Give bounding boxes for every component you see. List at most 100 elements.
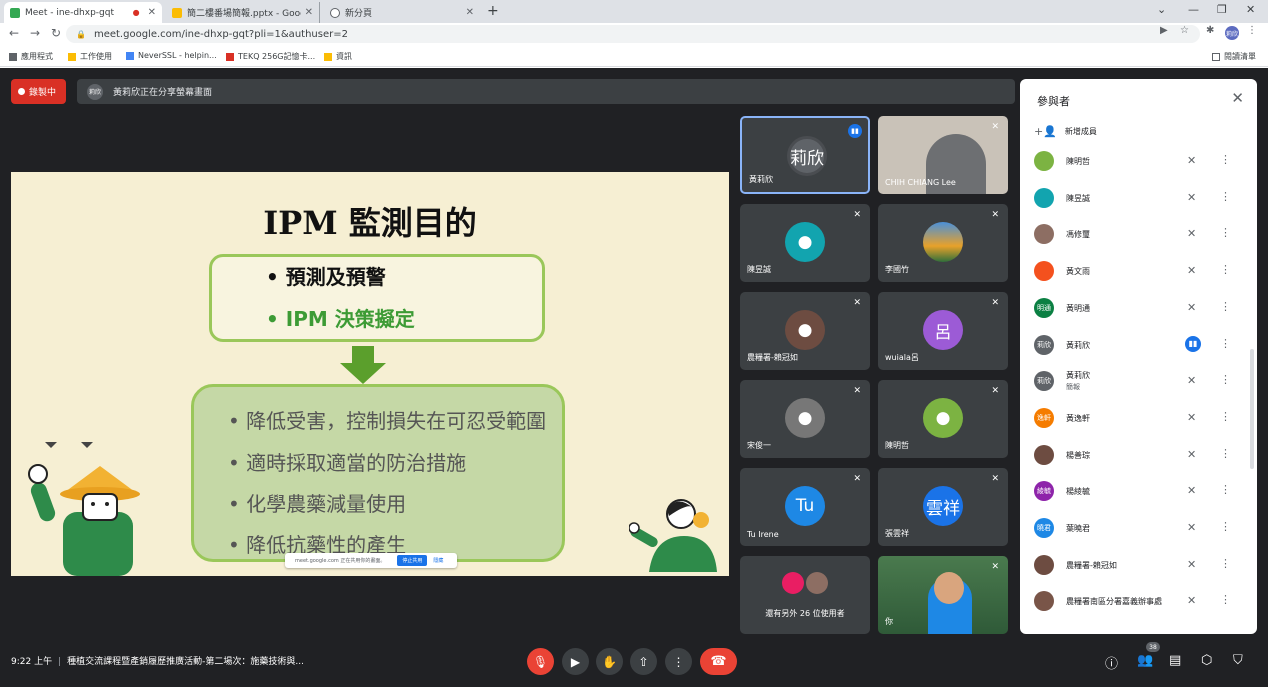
mic-off-icon[interactable]: ✕ [1187,558,1196,571]
participant-tile[interactable]: Tu ✕ Tu Irene [740,468,870,546]
more-vert-icon[interactable]: ⋮ [1220,263,1231,276]
present-button[interactable]: ⇧ [630,648,657,675]
camera-toggle-button[interactable]: ▶ [562,648,589,675]
mic-off-icon[interactable]: ✕ [1187,448,1196,461]
more-vert-icon[interactable]: ⋮ [1220,520,1231,533]
forward-icon[interactable]: → [30,26,40,40]
more-vert-icon[interactable]: ⋮ [1220,373,1231,386]
close-icon[interactable]: ✕ [305,7,313,18]
bookmark-neverssl[interactable]: NeverSSL - helpin... [126,51,217,60]
mic-off-icon[interactable]: ✕ [1187,411,1196,424]
participant-tile[interactable]: ● ✕ 宋俊一 [740,380,870,458]
mic-off-icon[interactable]: ✕ [1187,264,1196,277]
tab-slides[interactable]: 簡二樓番場簡報.pptx - Google S ✕ [166,2,320,23]
participant-tile[interactable]: ✕ 李國竹 [878,204,1008,282]
participant-row[interactable]: 綾毓 楊綾毓 ✕ ⋮ [1020,473,1257,509]
more-options-button[interactable]: ⋮ [665,648,692,675]
participant-name: Tu Irene [747,530,779,539]
participant-tile[interactable]: 雲祥 ✕ 張雲祥 [878,468,1008,546]
bookmark-apps[interactable]: 應用程式 [9,51,53,62]
reload-icon[interactable]: ↻ [51,26,61,40]
mic-off-icon[interactable]: ✕ [1187,484,1196,497]
participant-row[interactable]: 楊善琮 ✕ ⋮ [1020,437,1257,473]
maximize-icon[interactable]: ❐ [1217,3,1227,16]
participant-tile[interactable]: 呂 ✕ wuiala呂 [878,292,1008,370]
more-vert-icon[interactable]: ⋮ [1220,337,1231,350]
mic-off-icon[interactable]: ✕ [1187,227,1196,240]
participant-row[interactable]: 明通 黃明通 ✕ ⋮ [1020,290,1257,326]
chat-icon[interactable]: ▤ [1169,653,1181,668]
raise-hand-button[interactable]: ✋ [596,648,623,675]
participant-tile[interactable]: ● ✕ 農糧署-賴冠如 [740,292,870,370]
window-close-icon[interactable]: ✕ [1246,3,1255,16]
farmer-illustration [28,442,140,576]
more-vert-icon[interactable]: ⋮ [1220,593,1231,606]
mic-off-icon[interactable]: ✕ [1187,191,1196,204]
slide-bullet: • 化學農藥減量使用 [228,488,406,517]
back-icon[interactable]: ← [9,26,19,40]
participant-row[interactable]: 黃文雨 ✕ ⋮ [1020,253,1257,289]
camera-icon[interactable]: ▶ [1160,25,1168,36]
others-tile[interactable]: 還有另外 26 位使用者 [740,556,870,634]
tab-search-icon[interactable]: ⌄ [1157,3,1166,16]
bookmark-star-icon[interactable]: ☆ [1180,25,1189,36]
bookmark-folder[interactable]: 工作使用 [68,51,112,62]
self-tile[interactable]: ✕ 你 [878,556,1008,634]
new-tab-button[interactable]: + [487,3,499,19]
participant-row[interactable]: 莉欣 黃莉欣 ▮▮ ⋮ [1020,327,1257,363]
participant-avatar [806,572,828,594]
participant-row[interactable]: 馮修璽 ✕ ⋮ [1020,216,1257,252]
add-member-button[interactable]: +👤 新增成員 [1034,125,1097,138]
more-vert-icon[interactable]: ⋮ [1220,300,1231,313]
participant-tile[interactable]: ● ✕ 陳明哲 [878,380,1008,458]
reading-list[interactable]: 閱讀清單 [1212,51,1256,62]
hide-notice-button[interactable]: 隱藏 [433,557,443,564]
more-vert-icon[interactable]: ⋮ [1220,190,1231,203]
host-controls-icon[interactable]: ⛉ [1233,653,1243,668]
recording-badge[interactable]: 錄製中 [11,79,66,104]
leave-call-button[interactable]: ☎ [700,648,737,675]
close-panel-icon[interactable]: ✕ [1231,89,1244,107]
tab-newtab[interactable]: 新分頁 ✕ [324,2,480,23]
participant-tile[interactable]: ✕ CHIH CHIANG Lee [878,116,1008,194]
apps-grid-icon [9,52,17,61]
close-icon[interactable]: ✕ [466,7,474,18]
more-vert-icon[interactable]: ⋮ [1220,410,1231,423]
more-vert-icon[interactable]: ⋮ [1220,557,1231,570]
activities-icon[interactable]: ⬡ [1201,653,1212,668]
participant-tile[interactable]: ● ✕ 陳昱誠 [740,204,870,282]
speaking-icon[interactable]: ▮▮ [1185,335,1201,352]
info-icon[interactable]: ⓘ [1105,653,1118,672]
mic-off-icon[interactable]: ✕ [1187,521,1196,534]
tab-meet[interactable]: Meet - ine-dhxp-gqt ● ✕ [4,2,162,23]
more-vert-icon[interactable]: ⋮ [1220,483,1231,496]
more-vert-icon[interactable]: ⋮ [1220,226,1231,239]
participant-row[interactable]: 莉欣 黃莉欣 簡報 ✕ ⋮ [1020,363,1257,399]
more-vert-icon[interactable]: ⋮ [1220,447,1231,460]
participant-row[interactable]: 陳明哲 ✕ ⋮ [1020,143,1257,179]
bookmark-tekq[interactable]: TEKQ 256G記憶卡... [226,51,315,62]
extensions-icon[interactable]: ✱ [1206,25,1214,36]
participant-row[interactable]: 曉君 葉曉君 ✕ ⋮ [1020,510,1257,546]
add-person-icon: +👤 [1034,125,1057,138]
people-icon[interactable]: 👥 [1137,653,1153,668]
mic-off-icon[interactable]: ✕ [1187,301,1196,314]
close-icon[interactable]: ✕ [148,7,156,18]
participant-row[interactable]: 農糧署南區分署嘉義辦事處 ✕ ⋮ [1020,583,1257,619]
participant-tile[interactable]: 莉欣 ▮▮ 黃莉欣 [740,116,870,194]
menu-icon[interactable]: ⋮ [1247,25,1257,36]
minimize-icon[interactable]: — [1188,3,1199,16]
participant-row[interactable]: 逸軒 黃逸軒 ✕ ⋮ [1020,400,1257,436]
mic-off-icon[interactable]: ✕ [1187,154,1196,167]
mic-toggle-button[interactable]: 🎙 [527,648,554,675]
more-vert-icon[interactable]: ⋮ [1220,153,1231,166]
profile-avatar[interactable]: 莉欣 [1225,26,1239,40]
mic-off-icon[interactable]: ✕ [1187,374,1196,387]
panel-scrollbar[interactable] [1250,349,1254,469]
mic-off-icon[interactable]: ✕ [1187,594,1196,607]
stop-sharing-button[interactable]: 停止共用 [397,555,428,566]
participant-row[interactable]: 陳昱誠 ✕ ⋮ [1020,180,1257,216]
bookmark-folder-info[interactable]: 資訊 [324,51,352,62]
address-bar[interactable]: 🔒 meet.google.com/ine-dhxp-gqt?pli=1&aut… [66,25,1200,43]
participant-row[interactable]: 農糧署-賴冠如 ✕ ⋮ [1020,547,1257,583]
